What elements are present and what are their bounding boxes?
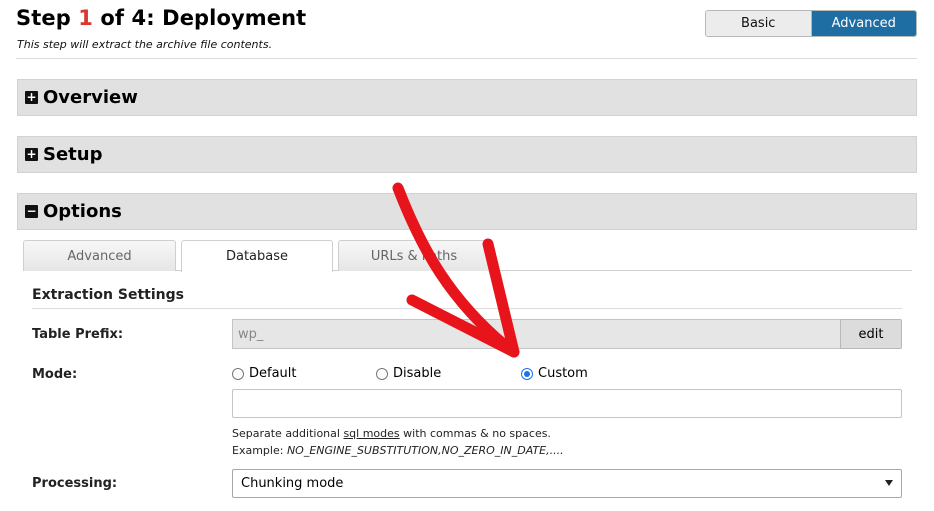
radio-unchecked-icon — [376, 367, 388, 380]
mode-radio-custom-label: Custom — [538, 366, 588, 381]
mode-radio-default-label: Default — [249, 366, 297, 381]
page-subtitle: This step will extract the archive file … — [17, 38, 273, 51]
mode-radio-default[interactable]: Default — [232, 366, 297, 381]
example-label: Example: — [232, 444, 287, 457]
basic-mode-button[interactable]: Basic — [706, 11, 812, 36]
plus-icon: + — [25, 147, 38, 161]
step-prefix: Step — [16, 6, 79, 30]
sql-modes-example: Example: NO_ENGINE_SUBSTITUTION,NO_ZERO_… — [232, 444, 564, 457]
mode-label: Mode: — [32, 367, 78, 382]
section-options-label: Options — [43, 201, 122, 222]
section-options[interactable]: − Options — [17, 193, 917, 230]
processing-select[interactable]: Chunking mode — [232, 469, 902, 498]
mode-radio-custom[interactable]: Custom — [521, 366, 588, 381]
section-setup[interactable]: + Setup — [17, 136, 917, 173]
table-prefix-label: Table Prefix: — [32, 327, 124, 342]
extraction-divider — [32, 308, 902, 309]
processing-select-value: Chunking mode — [241, 476, 344, 491]
header-divider — [16, 58, 917, 59]
processing-label: Processing: — [32, 476, 118, 491]
sql-modes-link[interactable]: sql modes — [343, 427, 399, 440]
section-overview-label: Overview — [43, 87, 138, 108]
radio-unchecked-icon — [232, 367, 244, 380]
example-value: NO_ENGINE_SUBSTITUTION,NO_ZERO_IN_DATE,.… — [286, 444, 564, 457]
minus-icon: − — [25, 204, 38, 218]
section-overview[interactable]: + Overview — [17, 79, 917, 116]
section-setup-label: Setup — [43, 144, 103, 165]
mode-radio-disable[interactable]: Disable — [376, 366, 441, 381]
extraction-settings-title: Extraction Settings — [32, 287, 184, 303]
table-prefix-edit-button[interactable]: edit — [840, 319, 902, 349]
tab-database[interactable]: Database — [181, 240, 333, 272]
step-number: 1 — [78, 6, 93, 30]
page-title: Step 1 of 4: Deployment — [16, 6, 306, 30]
radio-checked-icon — [521, 367, 533, 380]
dropdown-caret-icon — [885, 480, 893, 486]
mode-toggle: Basic Advanced — [705, 10, 917, 37]
custom-sql-modes-input[interactable] — [232, 389, 902, 418]
tab-advanced[interactable]: Advanced — [23, 240, 176, 271]
table-prefix-input[interactable]: wp_ — [232, 319, 841, 349]
advanced-mode-button[interactable]: Advanced — [811, 11, 916, 36]
plus-icon: + — [25, 90, 38, 104]
hint-text-pre: Separate additional — [232, 427, 344, 440]
hint-text-post: with commas & no spaces. — [399, 427, 551, 440]
step-suffix: of 4: Deployment — [92, 6, 307, 30]
sql-modes-hint: Separate additional sql modes with comma… — [232, 427, 551, 440]
mode-radio-disable-label: Disable — [393, 366, 442, 381]
tab-urls-paths[interactable]: URLs & Paths — [338, 240, 490, 271]
